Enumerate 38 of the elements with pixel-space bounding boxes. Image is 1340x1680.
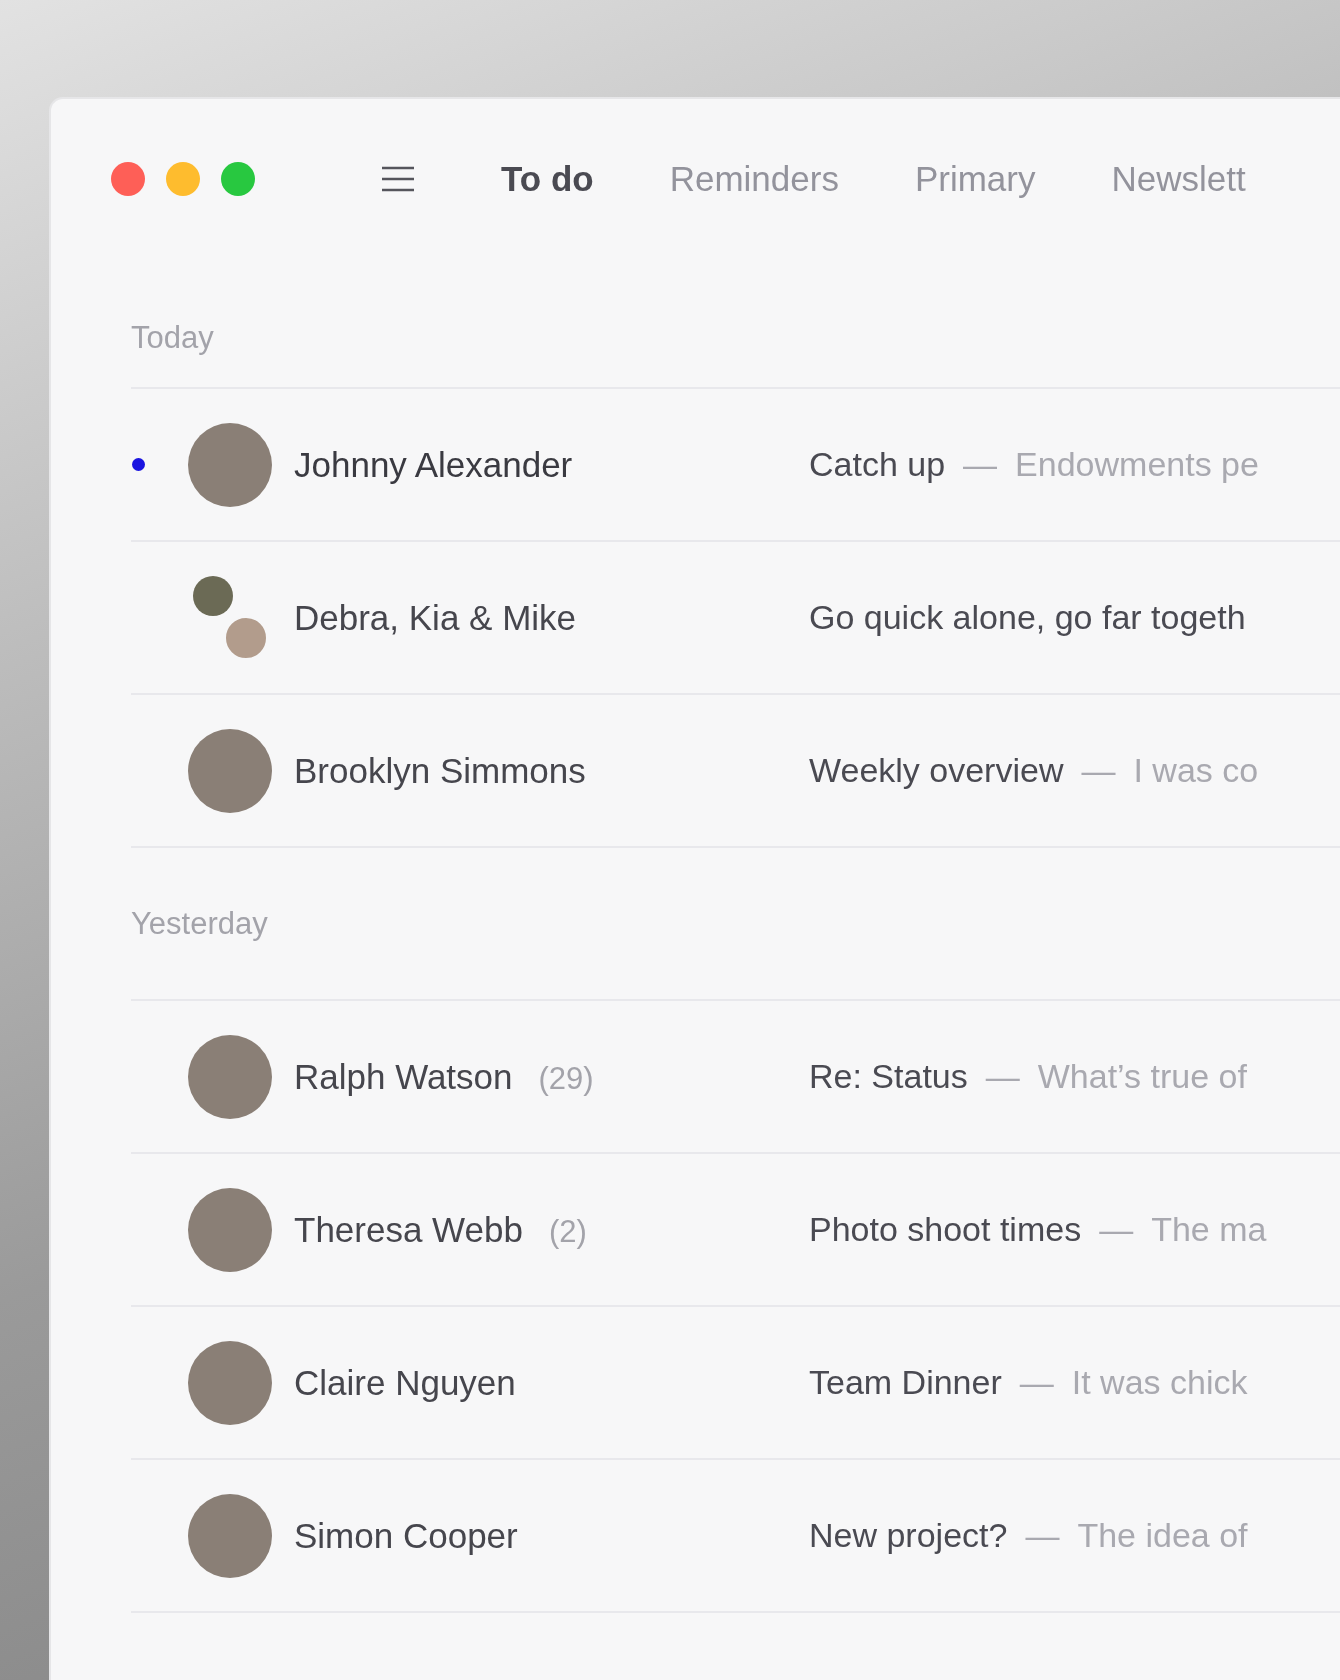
separator-dash: —	[963, 445, 998, 484]
tab[interactable]: Primary	[914, 159, 1036, 199]
message-preview: What’s true of	[1037, 1057, 1247, 1096]
separator-dash: —	[1099, 1210, 1134, 1249]
message-subject: Photo shoot times	[809, 1210, 1082, 1249]
separator-dash: —	[1025, 1516, 1060, 1555]
sender-name: Claire Nguyen	[294, 1362, 516, 1403]
message-subject: Catch up	[809, 445, 946, 484]
sender-name: Debra, Kia & Mike	[294, 597, 577, 638]
message-preview: I was co	[1133, 751, 1259, 790]
separator-dash: —	[1019, 1363, 1054, 1402]
message-preview: Endowments pe	[1015, 445, 1259, 484]
sender-name: Simon Cooper	[294, 1515, 518, 1556]
section-heading: Today	[131, 259, 1340, 389]
separator-dash: —	[985, 1057, 1020, 1096]
message-subject: New project?	[809, 1516, 1008, 1555]
sender-name: Theresa Webb	[294, 1209, 523, 1250]
message-subject: Go quick alone, go far togeth	[809, 598, 1246, 637]
window-control-button[interactable]	[111, 162, 145, 196]
message-preview: The ma	[1151, 1210, 1267, 1249]
separator-dash: —	[1081, 751, 1116, 790]
message-subject: Weekly overview	[809, 751, 1064, 790]
message-preview: The idea of	[1077, 1516, 1248, 1555]
tab[interactable]: Newslett	[1111, 159, 1246, 199]
message-count: (2)	[548, 1213, 587, 1250]
sender-name: Brooklyn Simmons	[294, 750, 586, 791]
sender-name: Johnny Alexander	[294, 444, 573, 485]
tab[interactable]: To do	[501, 159, 594, 199]
section-heading: Yesterday	[131, 848, 1340, 1001]
message-subject: Re: Status	[809, 1057, 968, 1096]
menu-icon[interactable]	[381, 166, 415, 192]
message-preview: It was chick	[1071, 1363, 1248, 1402]
sender-name: Ralph Watson	[294, 1056, 513, 1097]
message-count: (29)	[538, 1060, 594, 1097]
message-subject: Team Dinner	[809, 1363, 1002, 1402]
window-control-button[interactable]	[166, 162, 200, 196]
window-control-button[interactable]	[221, 162, 255, 196]
tab[interactable]: Reminders	[669, 159, 839, 199]
